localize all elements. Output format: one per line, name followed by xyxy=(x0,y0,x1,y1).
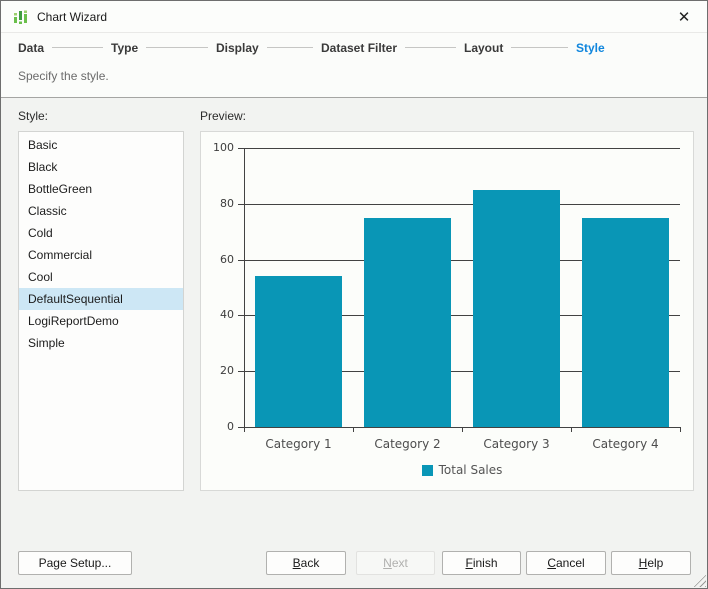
y-axis xyxy=(244,148,245,427)
step-separator xyxy=(52,47,103,49)
wizard-header: Data Type Display Dataset Filter Layout Style… xyxy=(1,33,707,98)
style-option-logireportdemo[interactable]: LogiReportDemo xyxy=(19,310,183,332)
legend-swatch xyxy=(421,464,433,476)
back-button[interactable]: Back xyxy=(266,551,346,575)
bar-category-3 xyxy=(473,189,560,427)
x-tick xyxy=(244,427,245,432)
style-option-black[interactable]: Black xyxy=(19,156,183,178)
step-type[interactable]: Type xyxy=(111,33,138,63)
step-separator xyxy=(511,47,568,49)
y-tick-label: 100 xyxy=(213,141,234,154)
chart-wizard-icon xyxy=(13,9,29,25)
y-tick-label: 80 xyxy=(220,196,234,210)
bar-category-1 xyxy=(255,276,342,427)
y-tick-label: 0 xyxy=(227,420,234,433)
x-tick xyxy=(462,427,463,432)
bar-category-2 xyxy=(364,217,451,427)
page-setup-button[interactable]: Page Setup... xyxy=(18,551,132,575)
step-separator xyxy=(146,47,208,49)
style-option-commercial[interactable]: Commercial xyxy=(19,244,183,266)
subtitle-text: Specify the style. xyxy=(18,69,109,83)
step-style[interactable]: Style xyxy=(576,33,605,63)
style-option-classic[interactable]: Classic xyxy=(19,200,183,222)
style-list-label: Style: xyxy=(18,109,49,123)
preview-panel: 0 20 40 60 80 100 Category 1 Category 2 Category… xyxy=(200,131,694,491)
y-tick-label: 20 xyxy=(220,364,234,378)
category-label: Category 4 xyxy=(592,437,659,451)
chart-wizard-dialog: Chart Wizard ✕ Data Type Display Dataset Fi… xyxy=(0,0,708,589)
step-layout[interactable]: Layout xyxy=(464,33,503,63)
style-option-cool[interactable]: Cool xyxy=(19,266,183,288)
step-display[interactable]: Display xyxy=(216,33,259,63)
y-tick-label: 60 xyxy=(220,252,234,266)
wizard-steps: Data Type Display Dataset Filter Layout Style xyxy=(1,33,707,63)
style-option-defaultsequential[interactable]: DefaultSequential xyxy=(19,288,183,310)
resize-grip-icon[interactable] xyxy=(692,573,706,587)
bar-chart: 0 20 40 60 80 100 Category 1 Category 2 Category… xyxy=(201,132,693,490)
step-separator xyxy=(267,47,313,49)
window-title: Chart Wizard xyxy=(37,10,108,24)
bar-category-4 xyxy=(582,217,669,427)
style-option-cold[interactable]: Cold xyxy=(19,222,183,244)
step-dataset-filter[interactable]: Dataset Filter xyxy=(321,33,397,63)
legend-label: Total Sales xyxy=(438,463,503,477)
step-separator xyxy=(405,47,456,49)
close-icon[interactable]: ✕ xyxy=(674,7,694,27)
style-option-simple[interactable]: Simple xyxy=(19,332,183,354)
style-option-bottlegreen[interactable]: BottleGreen xyxy=(19,178,183,200)
gridline xyxy=(244,148,680,149)
category-label: Category 2 xyxy=(374,437,441,451)
finish-button[interactable]: Finish xyxy=(442,551,521,575)
chart-legend: Total Sales xyxy=(244,463,680,477)
x-tick xyxy=(353,427,354,432)
style-list[interactable]: Basic Black BottleGreen Classic Cold Commerci… xyxy=(18,131,184,491)
step-data[interactable]: Data xyxy=(18,33,44,63)
x-tick xyxy=(680,427,681,432)
next-button: Next xyxy=(356,551,435,575)
titlebar: Chart Wizard ✕ xyxy=(1,1,707,33)
y-tick-label: 40 xyxy=(220,308,234,322)
category-label: Category 3 xyxy=(483,437,550,451)
help-button[interactable]: Help xyxy=(611,551,691,575)
preview-label: Preview: xyxy=(200,109,247,123)
gridline xyxy=(244,203,680,205)
category-label: Category 1 xyxy=(265,437,332,451)
x-tick xyxy=(571,427,572,432)
cancel-button[interactable]: Cancel xyxy=(526,551,606,575)
style-option-basic[interactable]: Basic xyxy=(19,134,183,156)
